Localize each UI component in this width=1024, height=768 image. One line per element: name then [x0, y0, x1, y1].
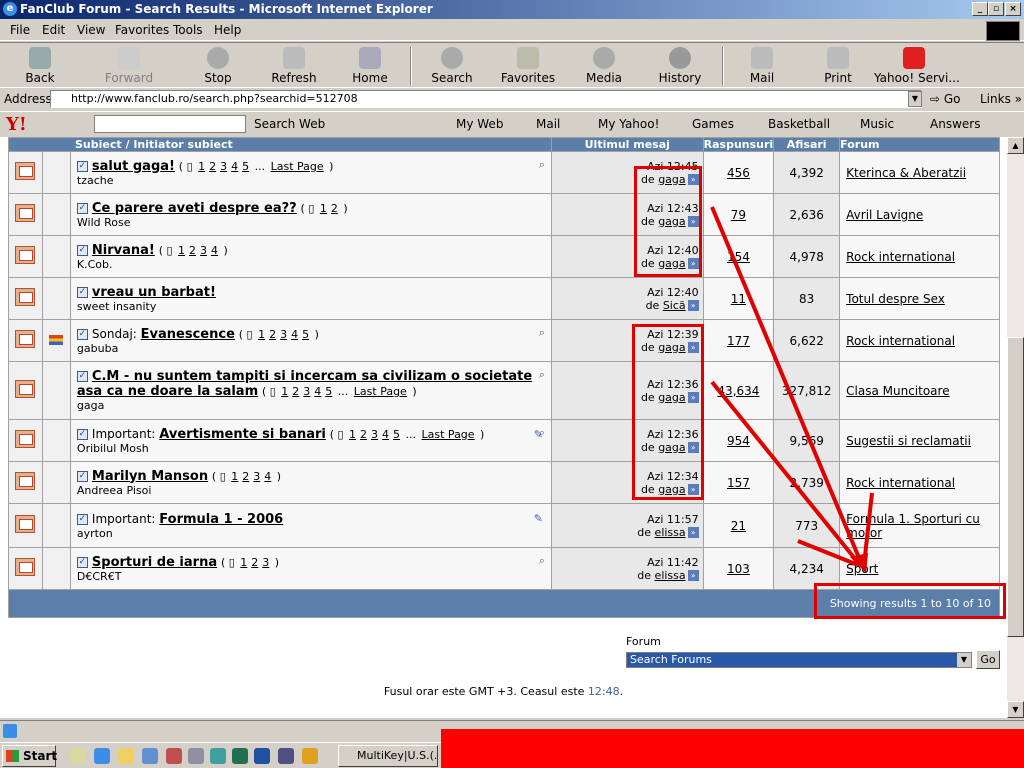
title-bar: e FanClub Forum - Search Results - Micro…: [0, 0, 1024, 19]
ie-quicklaunch-icon[interactable]: [94, 748, 110, 764]
ie-logo-icon: e: [3, 2, 17, 16]
windows-logo-icon: [986, 21, 1020, 41]
media-button[interactable]: Media: [583, 45, 625, 87]
minimize-button[interactable]: _: [972, 2, 988, 16]
scroll-thumb[interactable]: [1007, 337, 1024, 637]
links-button[interactable]: Links »: [980, 92, 1022, 106]
yahoo-my-web[interactable]: My Web: [456, 117, 503, 131]
menu-bar: File Edit View Favorites Tools Help: [0, 19, 1024, 41]
page-status-icon: [3, 724, 17, 738]
yahoo-games[interactable]: Games: [692, 117, 734, 131]
forward-arrow-icon: [118, 47, 140, 69]
history-button[interactable]: History: [656, 45, 704, 87]
address-label: Address: [4, 92, 52, 106]
quicklaunch-icon[interactable]: [166, 748, 182, 764]
toolbar-separator: [722, 47, 724, 85]
timezone-note: Fusul orar este GMT +3. Ceasul este 12:4…: [383, 685, 624, 698]
vertical-scrollbar[interactable]: ▲ ▼: [1007, 137, 1024, 718]
favorites-icon: [517, 47, 539, 69]
print-icon: [827, 47, 849, 69]
go-button[interactable]: ⇨ Go: [930, 92, 961, 106]
address-dropdown-icon[interactable]: ▼: [908, 91, 922, 107]
address-input[interactable]: http://www.fanclub.ro/search.php?searchi…: [50, 90, 922, 108]
scroll-down-icon[interactable]: ▼: [1007, 701, 1024, 718]
search-web-button[interactable]: Search Web: [254, 117, 325, 131]
close-button[interactable]: ×: [1005, 2, 1021, 16]
yahoo-mail[interactable]: Mail: [536, 117, 560, 131]
refresh-icon: [283, 47, 305, 69]
yahoo-search-input[interactable]: [94, 115, 246, 133]
start-button[interactable]: Start: [2, 745, 57, 767]
stop-button[interactable]: Stop: [196, 45, 240, 87]
address-bar: Address http://www.fanclub.ro/search.php…: [0, 88, 1024, 110]
mail-button[interactable]: Mail: [742, 45, 782, 87]
refresh-button[interactable]: Refresh: [268, 45, 320, 87]
taskbar-multikey[interactable]: MultiKey|U.S.(...: [338, 745, 438, 767]
maximize-button[interactable]: ▫: [988, 2, 1004, 16]
yahoo-toolbar: Y! Search Web My Web Mail My Yahoo! Game…: [0, 111, 1024, 137]
yahoo-my-yahoo[interactable]: My Yahoo!: [598, 117, 659, 131]
search-icon: [441, 47, 463, 69]
menu-tools[interactable]: Tools: [173, 23, 203, 37]
menu-file[interactable]: File: [10, 23, 30, 37]
yahoo-music[interactable]: Music: [860, 117, 894, 131]
page-content: Subiect / Initiator subiect Ultimul mesa…: [0, 137, 1007, 718]
yahoo-services-button[interactable]: Yahoo! Servi...: [874, 45, 960, 87]
excel-quicklaunch-icon[interactable]: [232, 748, 248, 764]
annotation-arrows: [710, 206, 874, 573]
quicklaunch-icon[interactable]: [278, 748, 294, 764]
yahoo-logo-icon[interactable]: Y!: [6, 114, 27, 135]
quicklaunch-icon[interactable]: [188, 748, 204, 764]
menu-edit[interactable]: Edit: [42, 23, 65, 37]
home-icon: [359, 47, 381, 69]
forward-button[interactable]: Forward: [104, 45, 154, 87]
yahoo-answers[interactable]: Answers: [930, 117, 980, 131]
window-title: FanClub Forum - Search Results - Microso…: [20, 2, 433, 16]
yahoo-icon: [903, 47, 925, 69]
yahoo-basketball[interactable]: Basketball: [768, 117, 830, 131]
menu-favorites[interactable]: Favorites: [115, 23, 169, 37]
standard-toolbar: Back Forward Stop Refresh Home Search Fa…: [0, 42, 1024, 88]
mail-icon: [751, 47, 773, 69]
print-button[interactable]: Print: [818, 45, 858, 87]
redaction-block: [441, 729, 1024, 768]
search-button[interactable]: Search: [428, 45, 476, 87]
back-arrow-icon: [29, 47, 51, 69]
back-button[interactable]: Back: [18, 45, 62, 87]
favorites-button[interactable]: Favorites: [500, 45, 556, 87]
quicklaunch-icon[interactable]: [210, 748, 226, 764]
quicklaunch-icon[interactable]: [142, 748, 158, 764]
folder-quicklaunch-icon[interactable]: [118, 748, 134, 764]
media-icon: [593, 47, 615, 69]
home-button[interactable]: Home: [348, 45, 392, 87]
browser-window: e FanClub Forum - Search Results - Micro…: [0, 0, 1024, 768]
menu-view[interactable]: View: [77, 23, 105, 37]
stop-icon: [207, 47, 229, 69]
media-quicklaunch-icon[interactable]: [302, 748, 318, 764]
toolbar-separator: [410, 47, 412, 85]
scroll-up-icon[interactable]: ▲: [1007, 137, 1024, 154]
quicklaunch-icon[interactable]: [70, 748, 86, 764]
menu-help[interactable]: Help: [214, 23, 241, 37]
word-quicklaunch-icon[interactable]: [254, 748, 270, 764]
history-icon: [669, 47, 691, 69]
